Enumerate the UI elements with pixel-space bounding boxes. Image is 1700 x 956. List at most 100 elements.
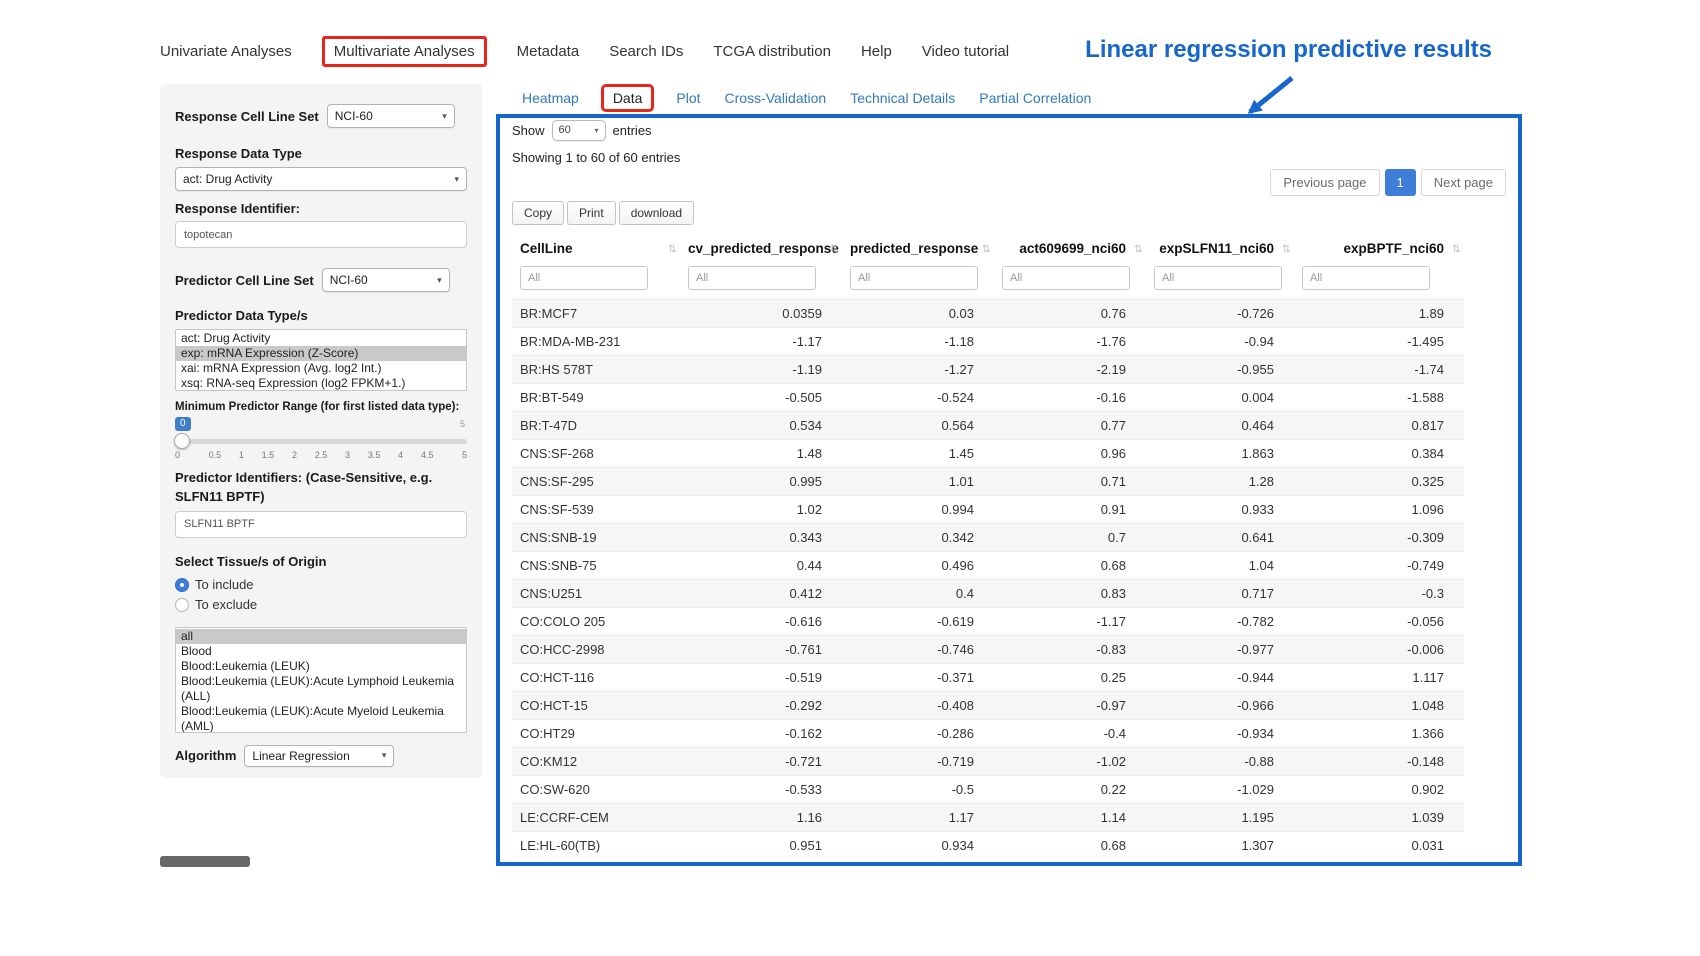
listbox-option[interactable]: Blood: [176, 644, 466, 659]
cell-line-cell: CNS:U251: [512, 580, 680, 608]
cell-line-cell: CNS:SF-268: [512, 440, 680, 468]
tab-plot[interactable]: Plot: [676, 90, 700, 106]
nav-item-metadata[interactable]: Metadata: [517, 43, 580, 60]
slider-tick: 1: [228, 450, 255, 460]
value-cell: -1.17: [994, 608, 1146, 636]
value-cell: 0.25: [994, 664, 1146, 692]
value-cell: 0.564: [842, 412, 994, 440]
nav-item-univariate-analyses[interactable]: Univariate Analyses: [160, 43, 292, 60]
cell-line-cell: BR:T-47D: [512, 412, 680, 440]
nav-item-help[interactable]: Help: [861, 43, 892, 60]
column-header-expslfn11-nci60[interactable]: expSLFN11_nci60 ⇅: [1146, 233, 1294, 264]
value-cell: 1.195: [1146, 804, 1294, 832]
column-header-expbptf-nci60[interactable]: expBPTF_nci60 ⇅: [1294, 233, 1464, 264]
min-predictor-range-slider[interactable]: 0 5 0 0.5 1 1.5 2 2.5 3 3.5 4 4.5 5: [175, 417, 467, 463]
value-cell: -0.977: [1146, 636, 1294, 664]
cell-line-cell: LE:CCRF-CEM: [512, 804, 680, 832]
value-cell: 0.951: [680, 832, 842, 860]
response-identifier-input[interactable]: [175, 221, 467, 248]
nav-item-multivariate-analyses[interactable]: Multivariate Analyses: [322, 36, 487, 67]
slider-handle[interactable]: [174, 433, 190, 449]
value-cell: -0.148: [1294, 748, 1464, 776]
tab-heatmap[interactable]: Heatmap: [522, 90, 579, 106]
listbox-option[interactable]: xsq: RNA-seq Expression (log2 FPKM+1.): [176, 376, 466, 391]
value-cell: 0.902: [1294, 776, 1464, 804]
page-number-button[interactable]: 1: [1385, 169, 1416, 196]
value-cell: 0.91: [994, 496, 1146, 524]
value-cell: 0.994: [842, 496, 994, 524]
tab-data[interactable]: Data: [601, 84, 655, 112]
column-header-cellline[interactable]: CellLine ⇅: [512, 233, 680, 264]
predictor-data-types-listbox[interactable]: act: Drug Activity exp: mRNA Expression …: [175, 329, 467, 391]
predictor-cell-line-set-select[interactable]: NCI-60 ▾: [322, 268, 450, 292]
column-header-act609699-nci60[interactable]: act609699_nci60 ⇅: [994, 233, 1146, 264]
cell-line-cell: CO:HCT-116: [512, 664, 680, 692]
showing-entries-text: Showing 1 to 60 of 60 entries: [512, 150, 1506, 165]
value-cell: 0.03: [842, 300, 994, 328]
value-cell: -0.5: [842, 776, 994, 804]
value-cell: 1.048: [1294, 692, 1464, 720]
next-page-button[interactable]: Next page: [1421, 169, 1506, 196]
value-cell: 0.7: [994, 524, 1146, 552]
value-cell: -0.309: [1294, 524, 1464, 552]
tissue-listbox[interactable]: all Blood Blood:Leukemia (LEUK) Blood:Le…: [175, 627, 467, 733]
nav-item-search-ids[interactable]: Search IDs: [609, 43, 683, 60]
nav-item-video-tutorial[interactable]: Video tutorial: [922, 43, 1009, 60]
value-cell: 0.641: [1146, 524, 1294, 552]
algorithm-select[interactable]: Linear Regression ▾: [244, 745, 394, 767]
tab-cross-validation[interactable]: Cross-Validation: [725, 90, 827, 106]
column-filter-input[interactable]: [1002, 266, 1130, 290]
column-filter-input[interactable]: [1302, 266, 1430, 290]
show-entries-select[interactable]: 60 ▾: [552, 120, 606, 141]
table-row: CO:HCC-2998 -0.761 -0.746 -0.83 -0.977 -…: [512, 636, 1464, 664]
cell-line-cell: CNS:SNB-19: [512, 524, 680, 552]
listbox-option-selected[interactable]: exp: mRNA Expression (Z-Score): [176, 346, 466, 361]
sort-icon: ⇅: [668, 242, 677, 255]
table-row: CNS:SF-539 1.02 0.994 0.91 0.933 1.096: [512, 496, 1464, 524]
column-header-predicted-response[interactable]: predicted_response ⇅: [842, 233, 994, 264]
value-cell: -0.3: [1294, 580, 1464, 608]
response-data-type-select[interactable]: act: Drug Activity ▾: [175, 167, 467, 191]
value-cell: 0.77: [994, 412, 1146, 440]
predictor-identifiers-input[interactable]: [175, 511, 467, 538]
predictor-cell-line-set-value: NCI-60: [330, 273, 368, 287]
value-cell: -0.408: [842, 692, 994, 720]
value-cell: -1.19: [680, 356, 842, 384]
tab-partial-correlation[interactable]: Partial Correlation: [979, 90, 1091, 106]
table-row: CO:COLO 205 -0.616 -0.619 -1.17 -0.782 -…: [512, 608, 1464, 636]
previous-page-button[interactable]: Previous page: [1270, 169, 1379, 196]
table-row: CNS:SNB-75 0.44 0.496 0.68 1.04 -0.749: [512, 552, 1464, 580]
print-button[interactable]: Print: [567, 201, 616, 225]
listbox-option[interactable]: xai: mRNA Expression (Avg. log2 Int.): [176, 361, 466, 376]
response-cell-line-set-select[interactable]: NCI-60 ▾: [327, 104, 455, 128]
results-tabs: Heatmap Data Plot Cross-Validation Techn…: [522, 84, 1091, 112]
value-cell: -0.746: [842, 636, 994, 664]
column-filter-input[interactable]: [850, 266, 978, 290]
value-cell: 0.68: [994, 832, 1146, 860]
cell-line-cell: BR:HS 578T: [512, 356, 680, 384]
response-cell-line-set-group: Response Cell Line Set NCI-60 ▾: [175, 104, 467, 128]
slider-track[interactable]: [175, 439, 467, 444]
value-cell: -0.006: [1294, 636, 1464, 664]
copy-button[interactable]: Copy: [512, 201, 564, 225]
column-filter-input[interactable]: [1154, 266, 1282, 290]
listbox-option[interactable]: act: Drug Activity: [176, 331, 466, 346]
show-entries-row: Show 60 ▾ entries: [512, 118, 1506, 142]
listbox-option-selected[interactable]: all: [176, 629, 466, 644]
download-button[interactable]: download: [619, 201, 694, 225]
tab-technical-details[interactable]: Technical Details: [850, 90, 955, 106]
listbox-option[interactable]: Blood:Leukemia (LEUK):Acute Myeloid Leuk…: [176, 704, 466, 733]
table-row: CO:KM12 -0.721 -0.719 -1.02 -0.88 -0.148: [512, 748, 1464, 776]
value-cell: -0.4: [994, 720, 1146, 748]
cell-line-cell: LE:HL-60(TB): [512, 832, 680, 860]
listbox-option[interactable]: Blood:Leukemia (LEUK):Acute Lymphoid Leu…: [176, 674, 466, 704]
column-filter-input[interactable]: [688, 266, 816, 290]
column-header-label: expBPTF_nci60: [1343, 241, 1444, 256]
nav-item-tcga-distribution[interactable]: TCGA distribution: [713, 43, 831, 60]
value-cell: -1.76: [994, 328, 1146, 356]
column-filter-input[interactable]: [520, 266, 648, 290]
tissue-exclude-radio[interactable]: To exclude: [175, 595, 467, 615]
tissue-include-radio[interactable]: To include: [175, 575, 467, 595]
column-header-cv-predicted-response[interactable]: cv_predicted_response ⇅: [680, 233, 842, 264]
listbox-option[interactable]: Blood:Leukemia (LEUK): [176, 659, 466, 674]
